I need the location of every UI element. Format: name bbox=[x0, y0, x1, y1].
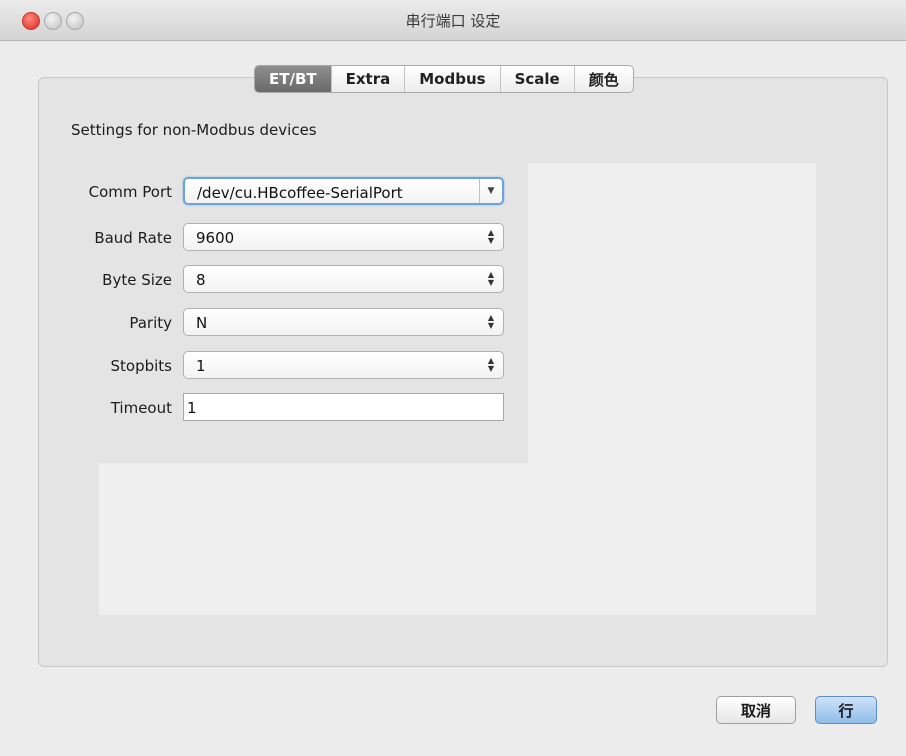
tab-bar: ET/BT Extra Modbus Scale 颜色 bbox=[254, 65, 634, 93]
cancel-button[interactable]: 取消 bbox=[716, 696, 796, 724]
stepper-icon: ▲ ▼ bbox=[487, 228, 495, 245]
baud-rate-value: 9600 bbox=[196, 229, 235, 247]
ok-button[interactable]: 行 bbox=[815, 696, 877, 724]
comm-port-label: Comm Port bbox=[88, 183, 172, 201]
timeout-input[interactable]: 1 bbox=[183, 393, 504, 421]
tab-scale[interactable]: Scale bbox=[501, 66, 575, 92]
stopbits-label: Stopbits bbox=[110, 357, 173, 375]
stepper-icon: ▲ ▼ bbox=[487, 313, 495, 330]
stopbits-row: Stopbits 1 ▲ ▼ bbox=[0, 351, 520, 381]
timeout-row: Timeout 1 bbox=[0, 393, 520, 423]
serial-port-settings-window: 串行端口 设定 ET/BT Extra Modbus Scale 颜色 Sett… bbox=[0, 0, 906, 756]
title-bar: 串行端口 设定 bbox=[0, 0, 906, 41]
section-heading: Settings for non-Modbus devices bbox=[71, 121, 317, 139]
baud-rate-label: Baud Rate bbox=[94, 229, 172, 247]
baud-rate-select[interactable]: 9600 ▲ ▼ bbox=[183, 223, 504, 251]
tab-colors[interactable]: 颜色 bbox=[575, 66, 633, 92]
parity-select[interactable]: N ▲ ▼ bbox=[183, 308, 504, 336]
byte-size-row: Byte Size 8 ▲ ▼ bbox=[0, 265, 520, 295]
chevron-down-icon[interactable]: ▼ bbox=[479, 179, 502, 203]
byte-size-label: Byte Size bbox=[102, 271, 172, 289]
timeout-label: Timeout bbox=[110, 399, 172, 417]
stopbits-select[interactable]: 1 ▲ ▼ bbox=[183, 351, 504, 379]
byte-size-select[interactable]: 8 ▲ ▼ bbox=[183, 265, 504, 293]
timeout-value: 1 bbox=[187, 399, 197, 417]
stepper-icon: ▲ ▼ bbox=[487, 356, 495, 373]
tab-extra[interactable]: Extra bbox=[332, 66, 406, 92]
tab-modbus[interactable]: Modbus bbox=[405, 66, 501, 92]
byte-size-value: 8 bbox=[196, 271, 206, 289]
parity-value: N bbox=[196, 314, 208, 332]
comm-port-row: Comm Port /dev/cu.HBcoffee-SerialPort ▼ bbox=[0, 177, 520, 207]
comm-port-value: /dev/cu.HBcoffee-SerialPort bbox=[197, 184, 403, 202]
baud-rate-row: Baud Rate 9600 ▲ ▼ bbox=[0, 223, 520, 253]
parity-row: Parity N ▲ ▼ bbox=[0, 308, 520, 338]
stepper-icon: ▲ ▼ bbox=[487, 270, 495, 287]
stopbits-value: 1 bbox=[196, 357, 206, 375]
tab-et-bt[interactable]: ET/BT bbox=[255, 66, 332, 92]
comm-port-combobox[interactable]: /dev/cu.HBcoffee-SerialPort ▼ bbox=[183, 177, 504, 205]
parity-label: Parity bbox=[129, 314, 172, 332]
window-title: 串行端口 设定 bbox=[405, 12, 501, 30]
